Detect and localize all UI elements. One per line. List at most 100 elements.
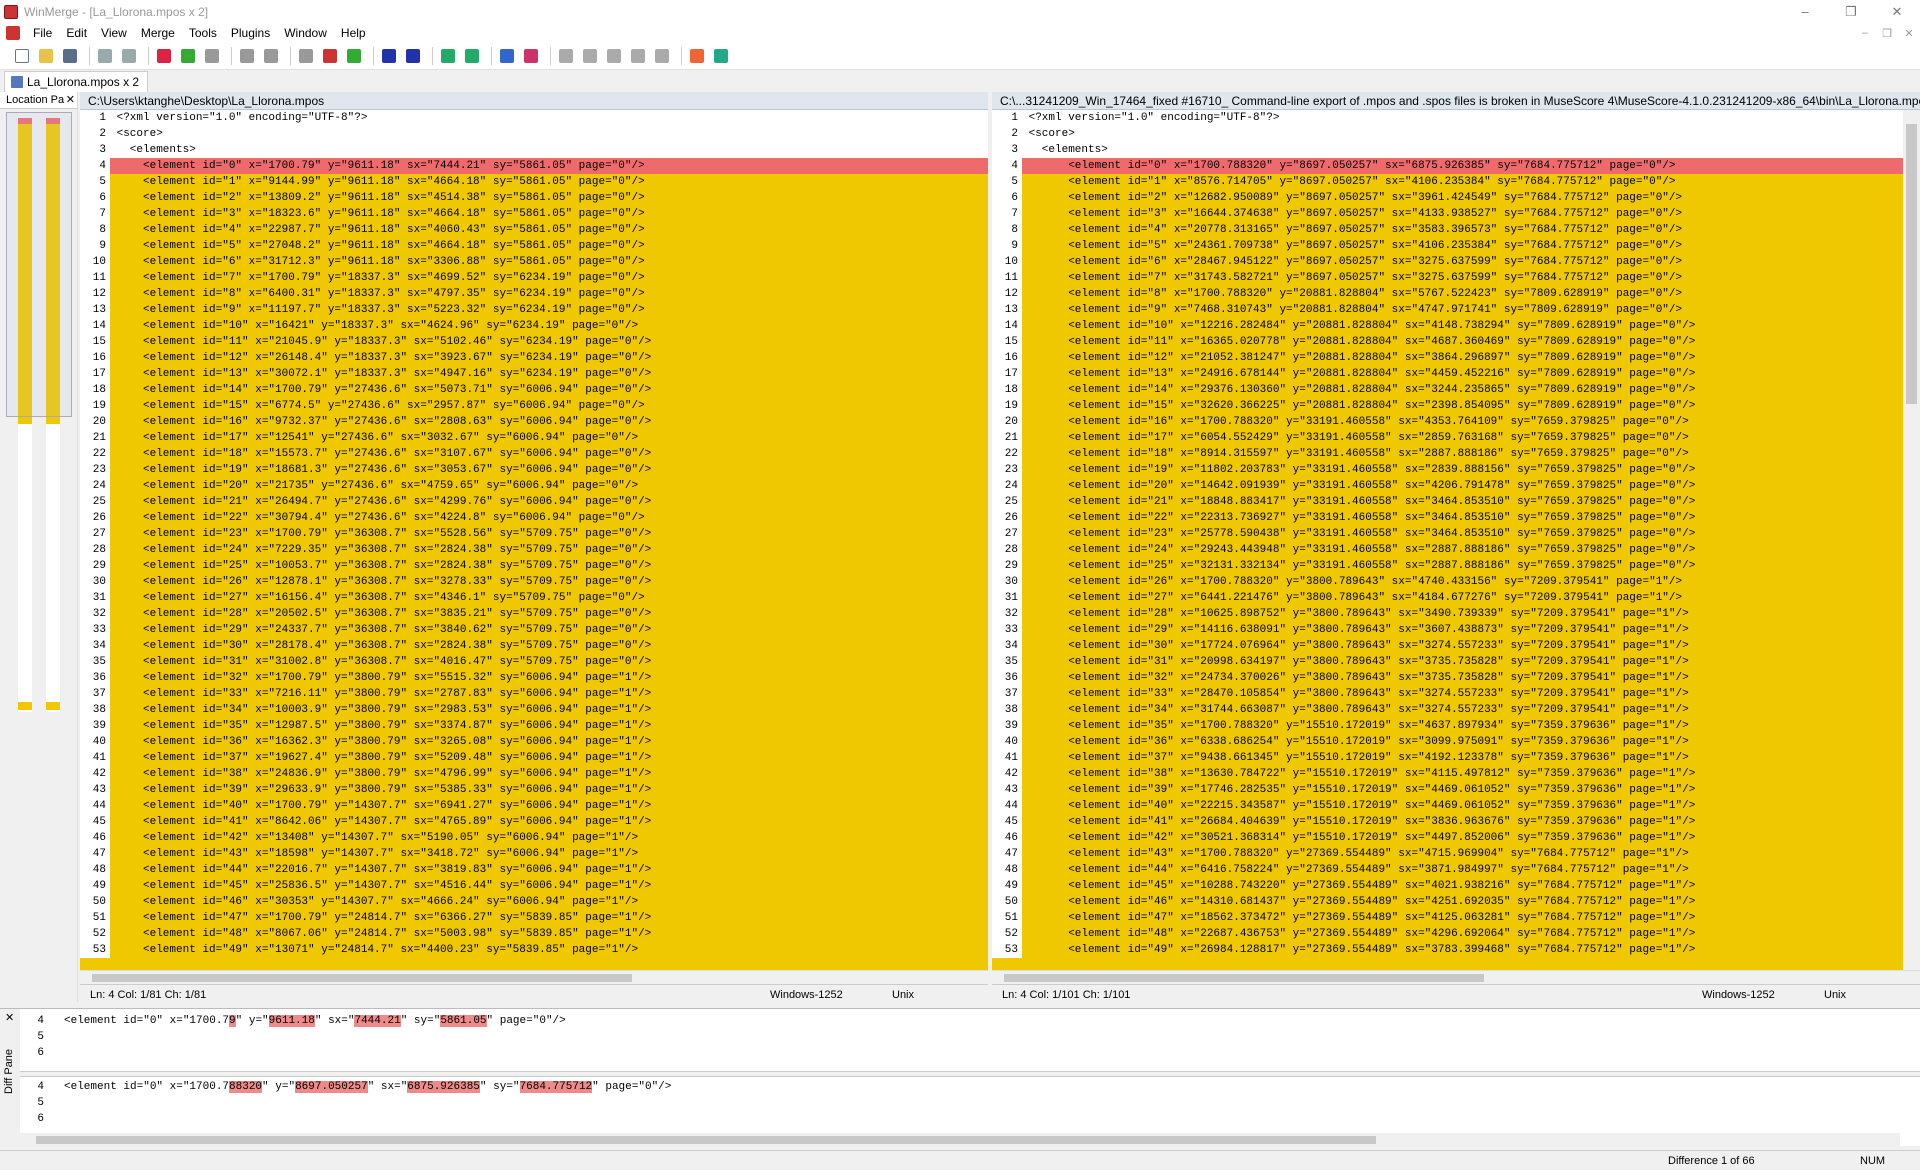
nav-prev-icon[interactable] — [604, 46, 624, 66]
diff-line[interactable]: 19 <element id="15" x="32620.366225" y="… — [992, 398, 1903, 414]
diff-line[interactable]: 14 <element id="10" x="12216.282484" y="… — [992, 318, 1903, 334]
next-conflict-icon[interactable] — [320, 46, 340, 66]
diff-line[interactable]: 37 <element id="33" x="7216.11" y="3800.… — [80, 686, 988, 702]
left-hscrollbar[interactable] — [80, 970, 988, 984]
menu-window[interactable]: Window — [277, 23, 334, 43]
diff-line[interactable]: 51 <element id="47" x="1700.79" y="24814… — [80, 910, 988, 926]
diff-line[interactable]: 37 <element id="33" x="28470.105854" y="… — [992, 686, 1903, 702]
diff-line[interactable]: 48 <element id="44" x="6416.758224" y="2… — [992, 862, 1903, 878]
left-code-view[interactable]: 1 <?xml version="1.0" encoding="UTF-8"?>… — [80, 110, 988, 970]
diff-line[interactable]: 28 <element id="24" x="29243.443948" y="… — [992, 542, 1903, 558]
all-left-icon[interactable] — [521, 46, 541, 66]
redo-icon[interactable] — [119, 46, 139, 66]
diff-line[interactable]: 51 <element id="47" x="18562.373472" y="… — [992, 910, 1903, 926]
diff-line[interactable]: 16 <element id="12" x="26148.4" y="18337… — [80, 350, 988, 366]
diff-pane-hscrollbar[interactable] — [20, 1133, 1900, 1147]
diff-line[interactable]: 40 <element id="36" x="16362.3" y="3800.… — [80, 734, 988, 750]
close-window-button[interactable]: ✕ — [1874, 0, 1920, 23]
diff-line[interactable]: 39 <element id="35" x="1700.788320" y="1… — [992, 718, 1903, 734]
diff-line[interactable]: 17 <element id="13" x="24916.678144" y="… — [992, 366, 1903, 382]
diff-line[interactable]: 40 <element id="36" x="6338.686254" y="1… — [992, 734, 1903, 750]
diff-line[interactable]: 23 <element id="19" x="18681.3" y="27436… — [80, 462, 988, 478]
mdi-minimize-button[interactable]: – — [1854, 23, 1876, 43]
diff-line[interactable]: 47 <element id="43" x="1700.788320" y="2… — [992, 846, 1903, 862]
diff-line[interactable]: 48 <element id="44" x="22016.7" y="14307… — [80, 862, 988, 878]
diff-pane-hscroll-thumb[interactable] — [36, 1136, 1376, 1144]
diff-line[interactable]: 31 <element id="27" x="16156.4" y="36308… — [80, 590, 988, 606]
diff-line[interactable]: 26 <element id="22" x="30794.4" y="27436… — [80, 510, 988, 526]
diff-line[interactable]: 38 <element id="34" x="10003.9" y="3800.… — [80, 702, 988, 718]
diff-line[interactable]: 45 <element id="41" x="8642.06" y="14307… — [80, 814, 988, 830]
diff-line[interactable]: 44 <element id="40" x="22215.343587" y="… — [992, 798, 1903, 814]
document-icon[interactable] — [6, 26, 20, 40]
left-hscroll-thumb[interactable] — [92, 974, 632, 982]
diff-line[interactable]: 22 <element id="18" x="8914.315597" y="3… — [992, 446, 1903, 462]
right-hscroll-thumb[interactable] — [1004, 974, 1484, 982]
maximize-button[interactable]: ❐ — [1828, 0, 1874, 23]
diff-line[interactable]: 10 <element id="6" x="31712.3" y="9611.1… — [80, 254, 988, 270]
diff-line[interactable]: 32 <element id="28" x="10625.898752" y="… — [992, 606, 1903, 622]
current-diff-icon[interactable] — [296, 46, 316, 66]
diff-line[interactable]: 17 <element id="13" x="30072.1" y="18337… — [80, 366, 988, 382]
diff-line[interactable]: 7 <element id="3" x="16644.374638" y="86… — [992, 206, 1903, 222]
diff-line[interactable]: 24 <element id="20" x="21735" y="27436.6… — [80, 478, 988, 494]
all-right-icon[interactable] — [497, 46, 517, 66]
diff-line[interactable]: 14 <element id="10" x="16421" y="18337.3… — [80, 318, 988, 334]
menu-file[interactable]: File — [26, 23, 59, 43]
diff-line[interactable]: 35 <element id="31" x="20998.634197" y="… — [992, 654, 1903, 670]
right-vscroll-thumb[interactable] — [1906, 124, 1917, 404]
diff-line[interactable]: 7 <element id="3" x="18323.6" y="9611.18… — [80, 206, 988, 222]
diff-line[interactable]: 43 <element id="39" x="29633.9" y="3800.… — [80, 782, 988, 798]
diff-line[interactable]: 52 <element id="48" x="22687.436753" y="… — [992, 926, 1903, 942]
diff-line[interactable]: 15 <element id="11" x="21045.9" y="18337… — [80, 334, 988, 350]
diff-line[interactable]: 39 <element id="35" x="12987.5" y="3800.… — [80, 718, 988, 734]
diff-line[interactable]: 11 <element id="7" x="1700.79" y="18337.… — [80, 270, 988, 286]
tab-la-llorona[interactable]: La_Llorona.mpos x 2 — [4, 71, 149, 92]
compare-icon[interactable] — [711, 46, 731, 66]
nav-last-icon[interactable] — [652, 46, 672, 66]
diff-line[interactable]: 50 <element id="46" x="14310.681437" y="… — [992, 894, 1903, 910]
options-dropdown-icon[interactable] — [687, 46, 707, 66]
diff-line[interactable]: 43 <element id="39" x="17746.282535" y="… — [992, 782, 1903, 798]
menu-help[interactable]: Help — [334, 23, 373, 43]
diff-line[interactable]: 36 <element id="32" x="24734.370026" y="… — [992, 670, 1903, 686]
diff-line[interactable]: 46 <element id="42" x="30521.368314" y="… — [992, 830, 1903, 846]
diff-line[interactable]: 9 <element id="5" x="27048.2" y="9611.18… — [80, 238, 988, 254]
diff-line[interactable]: 20 <element id="16" x="9732.37" y="27436… — [80, 414, 988, 430]
diff-line[interactable]: 18 <element id="14" x="29376.130360" y="… — [992, 382, 1903, 398]
diff-line[interactable]: 50 <element id="46" x="30353" y="14307.7… — [80, 894, 988, 910]
right-vscrollbar[interactable] — [1903, 110, 1920, 970]
code-line[interactable]: 3 <elements> — [80, 142, 988, 158]
diff-line[interactable]: 21 <element id="17" x="12541" y="27436.6… — [80, 430, 988, 446]
copy-left-advance-icon[interactable] — [462, 46, 482, 66]
last-diff-icon[interactable] — [261, 46, 281, 66]
diff-line[interactable]: 5 <element id="1" x="8576.714705" y="869… — [992, 174, 1903, 190]
diff-line[interactable]: 42 <element id="38" x="13630.784722" y="… — [992, 766, 1903, 782]
selected-diff-line[interactable]: 4 <element id="0" x="1700.79" y="9611.18… — [80, 158, 988, 174]
diff-line[interactable]: 20 <element id="16" x="1700.788320" y="3… — [992, 414, 1903, 430]
merge-mode-icon[interactable] — [556, 46, 576, 66]
diff-line[interactable]: 45 <element id="41" x="26684.404639" y="… — [992, 814, 1903, 830]
copy-right-icon[interactable] — [379, 46, 399, 66]
diff-line[interactable]: 11 <element id="7" x="31743.582721" y="8… — [992, 270, 1903, 286]
diff-line[interactable]: 30 <element id="26" x="12878.1" y="36308… — [80, 574, 988, 590]
nav-first-icon[interactable] — [580, 46, 600, 66]
diff-line[interactable]: 8 <element id="4" x="22987.7" y="9611.18… — [80, 222, 988, 238]
diff-line[interactable]: 33 <element id="29" x="24337.7" y="36308… — [80, 622, 988, 638]
minimize-button[interactable]: – — [1782, 0, 1828, 23]
diff-line[interactable]: 41 <element id="37" x="9438.661345" y="1… — [992, 750, 1903, 766]
right-code-view[interactable]: 1 <?xml version="1.0" encoding="UTF-8"?>… — [992, 110, 1903, 970]
menu-tools[interactable]: Tools — [182, 23, 224, 43]
open-folder-icon[interactable] — [36, 46, 56, 66]
menu-merge[interactable]: Merge — [134, 23, 182, 43]
menu-plugins[interactable]: Plugins — [224, 23, 277, 43]
diff-line[interactable]: 52 <element id="48" x="8067.06" y="24814… — [80, 926, 988, 942]
diff-line[interactable]: 8 <element id="4" x="20778.313165" y="86… — [992, 222, 1903, 238]
code-line[interactable]: 1 <?xml version="1.0" encoding="UTF-8"?> — [80, 110, 988, 126]
diff-line[interactable]: 16 <element id="12" x="21052.381247" y="… — [992, 350, 1903, 366]
diff-line[interactable]: 6 <element id="2" x="13809.2" y="9611.18… — [80, 190, 988, 206]
diff-line[interactable]: 34 <element id="30" x="28178.4" y="36308… — [80, 638, 988, 654]
code-line[interactable]: 1 <?xml version="1.0" encoding="UTF-8"?> — [992, 110, 1903, 126]
menu-edit[interactable]: Edit — [59, 23, 94, 43]
diff-line[interactable]: 13 <element id="9" x="11197.7" y="18337.… — [80, 302, 988, 318]
